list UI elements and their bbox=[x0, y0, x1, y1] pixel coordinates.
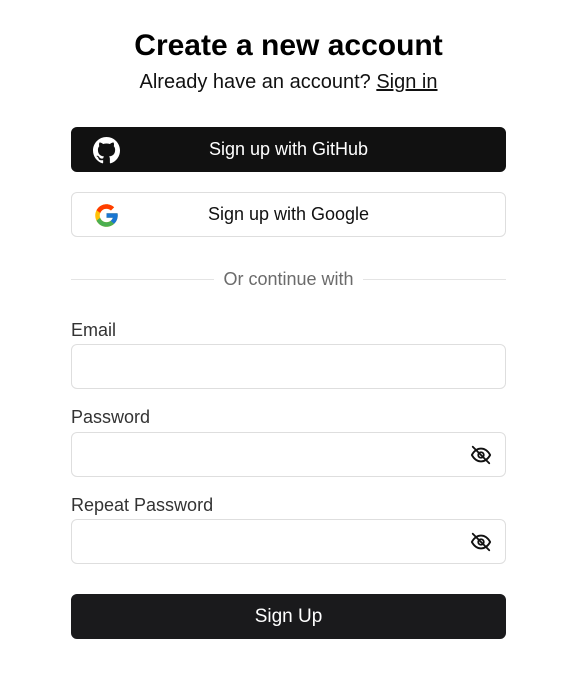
divider-line-right bbox=[363, 279, 506, 280]
google-signup-button[interactable]: Sign up with Google bbox=[71, 192, 506, 237]
eye-off-icon[interactable] bbox=[470, 531, 492, 553]
signin-link[interactable]: Sign in bbox=[376, 71, 437, 93]
email-field[interactable] bbox=[72, 345, 480, 388]
password-label: Password bbox=[71, 407, 151, 427]
page-title: Create a new account bbox=[134, 29, 443, 62]
sign-up-button[interactable]: Sign Up bbox=[71, 594, 506, 639]
password-field-wrapper bbox=[71, 432, 506, 477]
password-field[interactable] bbox=[72, 433, 480, 476]
repeat-password-field[interactable] bbox=[72, 520, 480, 563]
github-icon bbox=[93, 137, 120, 164]
repeat-password-label: Repeat Password bbox=[71, 495, 214, 515]
github-signup-label: Sign up with GitHub bbox=[208, 139, 369, 159]
email-label: Email bbox=[71, 320, 117, 340]
or-divider: Or continue with bbox=[71, 266, 506, 292]
google-signup-label: Sign up with Google bbox=[207, 204, 370, 224]
signin-prompt-text: Already have an account? bbox=[139, 71, 371, 93]
github-signup-button[interactable]: Sign up with GitHub bbox=[71, 127, 506, 172]
eye-off-icon[interactable] bbox=[470, 444, 492, 466]
signin-prompt: Already have an account? Sign in bbox=[71, 69, 506, 95]
email-field-wrapper bbox=[71, 344, 506, 389]
google-icon bbox=[93, 202, 120, 229]
repeat-password-field-wrapper bbox=[71, 519, 506, 564]
